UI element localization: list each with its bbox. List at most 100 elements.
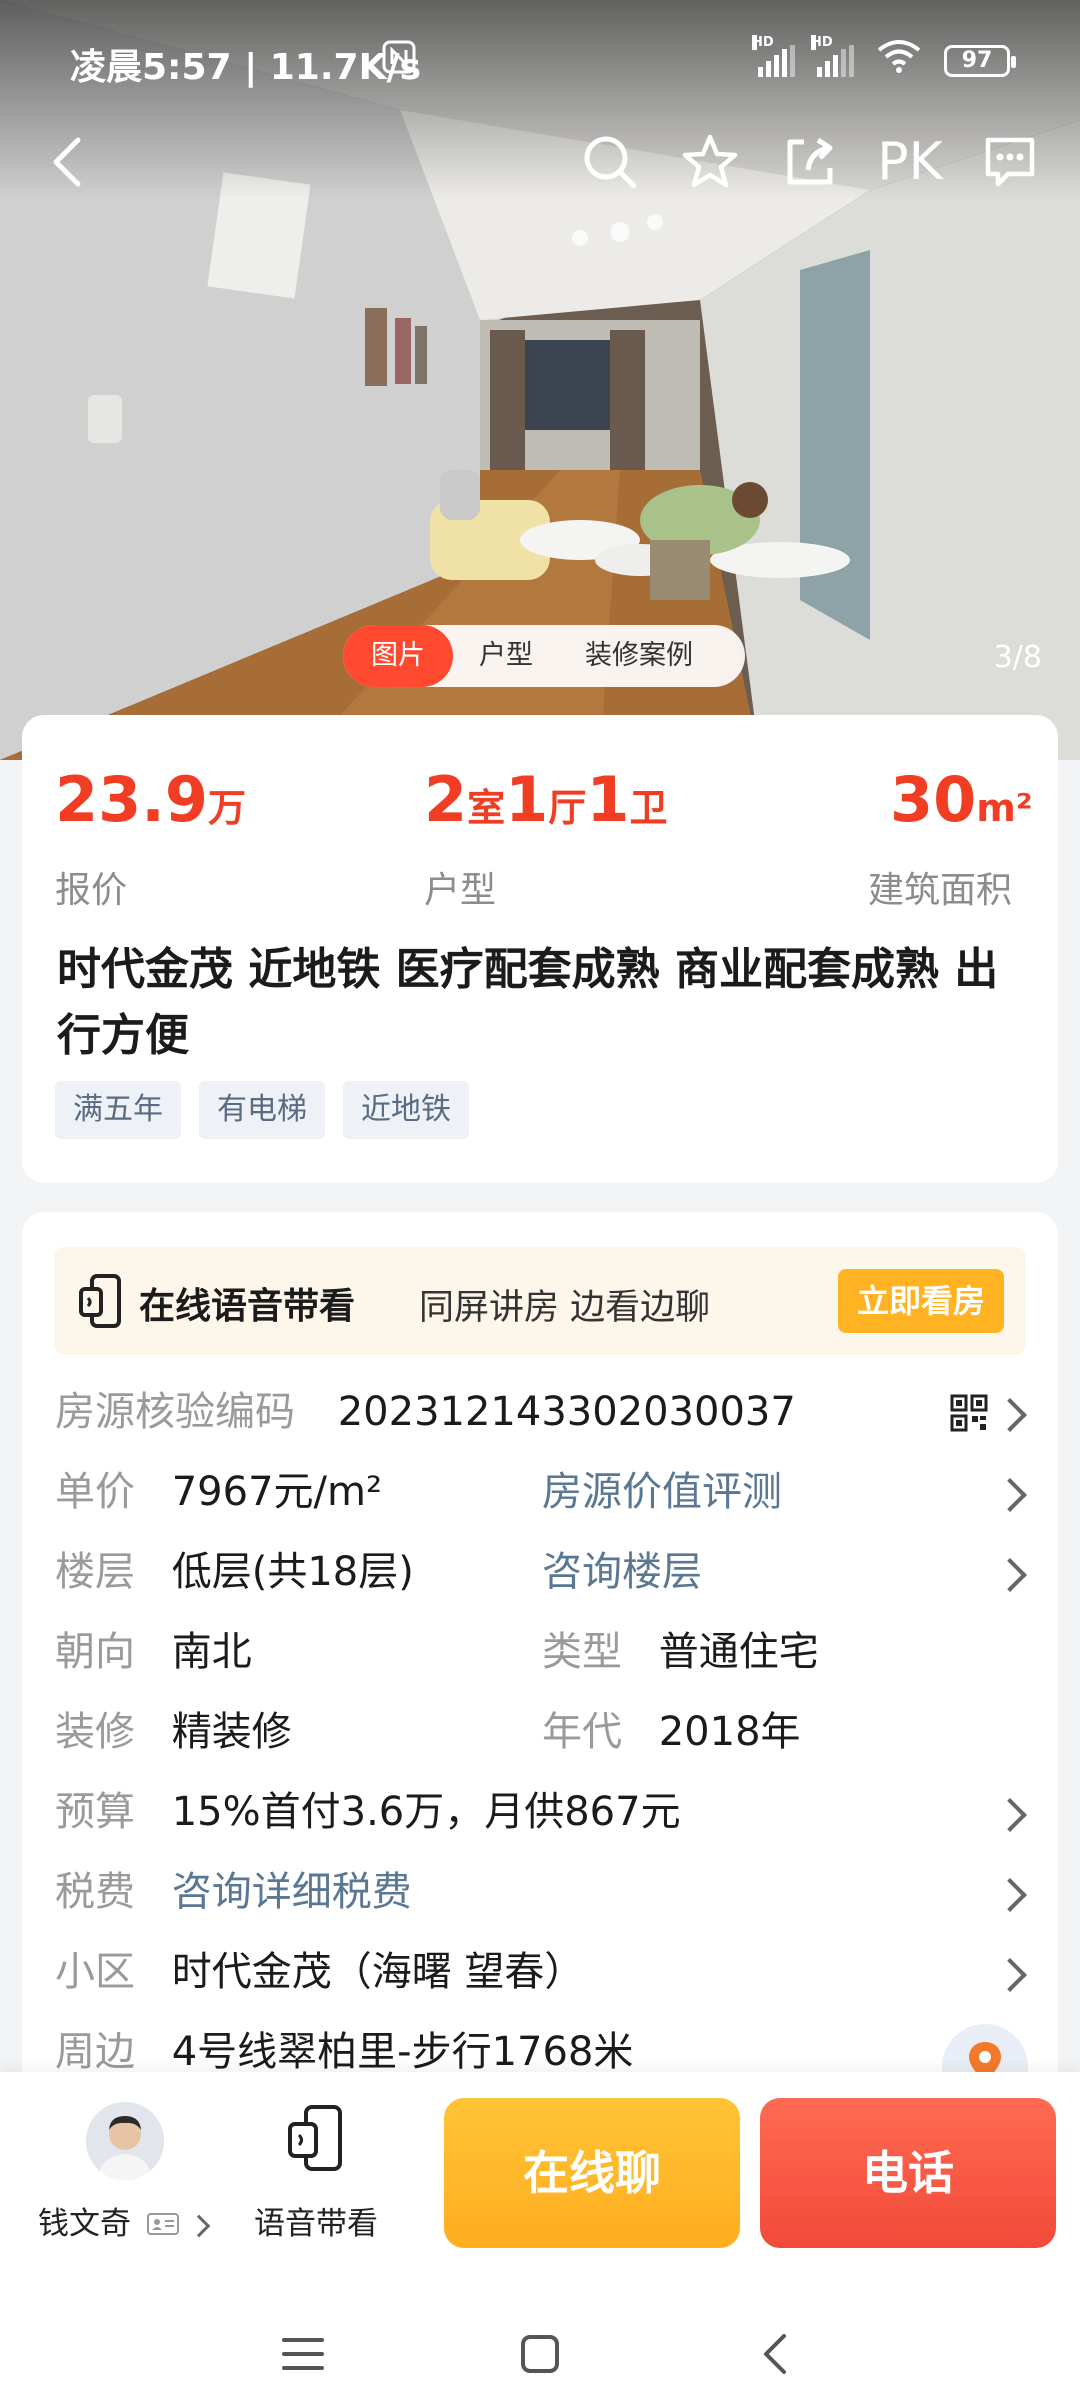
- chevron-right-icon[interactable]: [993, 1558, 1027, 1592]
- photo-tabs: 图片 户型 装修案例: [343, 625, 745, 687]
- details-card: 在线语音带看 同屏讲房 边看边聊 立即看房 房源核验编码 20231214330…: [22, 1212, 1058, 2212]
- tag-elevator: 有电梯: [199, 1081, 325, 1139]
- community-value: 时代金茂（海曙 望春）: [171, 1949, 585, 1995]
- area-label: 建筑面积: [868, 870, 1013, 911]
- area-value: 30: [890, 763, 977, 836]
- tab-floorplan[interactable]: 户型: [453, 625, 559, 687]
- price-stat: 23.9万 报价: [55, 765, 246, 913]
- unit-price-label: 单价: [55, 1469, 135, 1515]
- chevron-right-icon[interactable]: [993, 1478, 1027, 1512]
- listing-title: 时代金茂 近地铁 医疗配套成熟 商业配套成熟 出行方便: [57, 944, 999, 1061]
- floor-value: 低层(共18层): [171, 1549, 414, 1595]
- back-icon[interactable]: [36, 130, 100, 194]
- photo-counter: 3/8: [993, 640, 1042, 675]
- budget-label: 预算: [55, 1789, 135, 1835]
- orientation-value: 南北: [171, 1629, 252, 1675]
- tax-label: 税费: [55, 1869, 135, 1915]
- signal-icon: HD: [811, 34, 854, 77]
- decoration-value: 精装修: [171, 1709, 292, 1755]
- year-label: 年代: [542, 1709, 622, 1755]
- agent-name: 钱文奇: [38, 2206, 131, 2242]
- search-icon[interactable]: [578, 130, 642, 194]
- orientation-row: 朝向 南北: [55, 1624, 252, 1680]
- chevron-right-icon[interactable]: [993, 1958, 1027, 1992]
- type-label: 类型: [542, 1629, 622, 1675]
- tag-near-subway: 近地铁: [343, 1081, 469, 1139]
- tax-row[interactable]: 税费 咨询详细税费: [55, 1864, 412, 1920]
- halls-value: 1: [505, 763, 549, 836]
- back-nav-icon[interactable]: [760, 2332, 790, 2380]
- message-icon[interactable]: [978, 130, 1042, 194]
- floor-label: 楼层: [55, 1549, 135, 1595]
- summary-card: 23.9万 报价 2室1厅1卫 户型 30m² 建筑面积 时代金茂 近地铁 医疗…: [22, 715, 1058, 1183]
- code-value: 202312143302030037: [337, 1389, 796, 1435]
- system-nav-bar: [0, 2312, 1080, 2400]
- layout-stat: 2室1厅1卫 户型: [424, 765, 667, 913]
- nearby-label: 周边: [55, 2029, 135, 2075]
- qr-code-icon[interactable]: [950, 1394, 988, 1436]
- layout-label: 户型: [424, 870, 497, 911]
- phone-voice-icon: [78, 1273, 122, 1333]
- value-evaluation-link[interactable]: 房源价值评测: [542, 1464, 782, 1520]
- agent-avatar[interactable]: [86, 2102, 164, 2180]
- battery-icon: 97: [944, 44, 1016, 77]
- chevron-right-icon[interactable]: [993, 1398, 1027, 1432]
- community-row[interactable]: 小区 时代金茂（海曙 望春）: [55, 1944, 584, 2000]
- voice-tour-icon[interactable]: [286, 2104, 344, 2178]
- status-time: 凌晨5:57 | 11.7K/s: [70, 47, 422, 88]
- consult-floor-link[interactable]: 咨询楼层: [542, 1544, 702, 1600]
- orientation-label: 朝向: [55, 1629, 135, 1675]
- voice-tour-banner[interactable]: 在线语音带看 同屏讲房 边看边聊 立即看房: [54, 1247, 1026, 1355]
- nfc-icon: [382, 40, 416, 83]
- type-row: 类型 普通住宅: [542, 1624, 819, 1680]
- chevron-right-icon: [187, 2214, 211, 2237]
- decoration-label: 装修: [55, 1709, 135, 1755]
- chevron-right-icon[interactable]: [993, 1878, 1027, 1912]
- unit-price-value: 7967元/m²: [171, 1469, 382, 1515]
- chevron-right-icon[interactable]: [993, 1798, 1027, 1832]
- share-icon[interactable]: [778, 130, 842, 194]
- status-bar: 凌晨5:57 | 11.7K/s HD HD 97: [0, 0, 1080, 118]
- year-value: 2018年: [658, 1709, 801, 1755]
- network-type-2: HD: [811, 34, 833, 50]
- baths-unit: 卫: [629, 786, 668, 830]
- tag-over-five-years: 满五年: [55, 1081, 181, 1139]
- tab-decoration-cases[interactable]: 装修案例: [559, 625, 719, 687]
- signal-icon: HD: [752, 34, 795, 77]
- price-value: 23.9: [55, 763, 208, 836]
- pk-button[interactable]: PK: [870, 130, 950, 194]
- menu-icon[interactable]: [282, 2336, 324, 2376]
- baths-value: 1: [586, 763, 630, 836]
- voice-tour-label[interactable]: 语音带看: [254, 2198, 378, 2243]
- view-now-button[interactable]: 立即看房: [838, 1269, 1004, 1333]
- top-nav: PK: [0, 120, 1080, 200]
- home-icon[interactable]: [520, 2334, 560, 2378]
- price-label: 报价: [55, 870, 128, 911]
- phone-call-button[interactable]: 电话: [760, 2098, 1056, 2248]
- rooms-unit: 室: [467, 786, 506, 830]
- feature-tags: 满五年 有电梯 近地铁: [55, 1081, 469, 1139]
- tab-photos[interactable]: 图片: [343, 625, 453, 687]
- star-icon[interactable]: [678, 130, 742, 194]
- online-chat-button[interactable]: 在线聊: [444, 2098, 740, 2248]
- floor-row: 楼层 低层(共18层): [55, 1544, 414, 1600]
- year-row: 年代 2018年: [542, 1704, 801, 1760]
- budget-value: 15%首付3.6万，月供867元: [171, 1789, 681, 1835]
- area-unit: m²: [976, 786, 1033, 830]
- bottom-action-bar: 钱文奇 语音带看 在线聊 电话: [0, 2072, 1080, 2400]
- voice-tour-title: 在线语音带看: [139, 1286, 356, 1327]
- rooms-value: 2: [424, 763, 468, 836]
- id-card-icon: [146, 2208, 179, 2244]
- battery-level: 97: [961, 47, 993, 73]
- verification-code-row[interactable]: 房源核验编码 202312143302030037: [55, 1384, 796, 1440]
- wifi-icon: [876, 38, 922, 83]
- halls-unit: 厅: [548, 786, 587, 830]
- budget-row[interactable]: 预算 15%首付3.6万，月供867元: [55, 1784, 681, 1840]
- decoration-row: 装修 精装修: [55, 1704, 292, 1760]
- agent-name-row[interactable]: 钱文奇: [38, 2198, 211, 2244]
- community-label: 小区: [55, 1949, 135, 1995]
- type-value: 普通住宅: [658, 1629, 819, 1675]
- network-type-1: HD: [752, 34, 774, 50]
- tax-consult-link[interactable]: 咨询详细税费: [172, 1869, 412, 1915]
- area-stat: 30m² 建筑面积: [868, 765, 1033, 913]
